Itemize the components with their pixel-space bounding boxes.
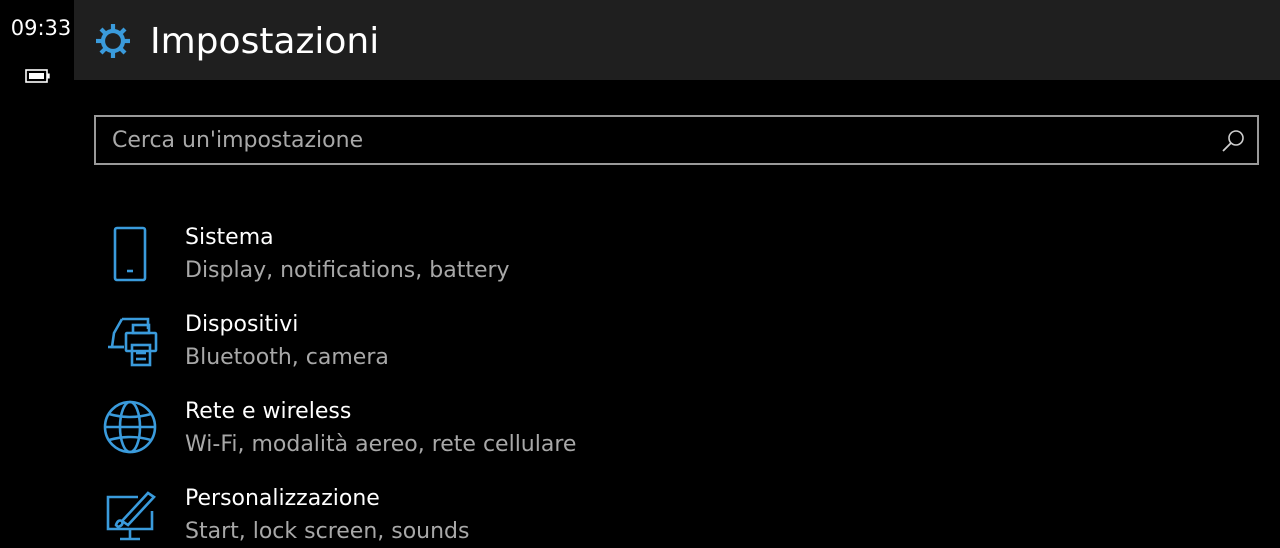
globe-icon: [103, 400, 157, 454]
app-header: Impostazioni: [74, 0, 1280, 80]
settings-item-sistema[interactable]: Sistema Display, notifications, battery: [94, 224, 1094, 304]
settings-item-dispositivi[interactable]: Dispositivi Bluetooth, camera: [94, 311, 1094, 391]
settings-item-subtitle: Bluetooth, camera: [185, 345, 389, 370]
status-time: 09:33: [10, 16, 72, 40]
settings-item-subtitle: Display, notifications, battery: [185, 258, 510, 283]
search-input[interactable]: [96, 117, 1257, 163]
settings-item-subtitle: Wi-Fi, modalità aereo, rete cellulare: [185, 432, 577, 457]
devices-icon: [108, 317, 158, 367]
battery-icon: [25, 69, 50, 83]
settings-item-title: Personalizzazione: [185, 486, 380, 511]
settings-item-subtitle: Start, lock screen, sounds: [185, 519, 470, 544]
personalization-icon: [106, 491, 156, 541]
settings-item-rete-e-wireless[interactable]: Rete e wireless Wi-Fi, modalità aereo, r…: [94, 398, 1094, 478]
search-icon[interactable]: [1221, 128, 1247, 154]
status-bar: 09:33: [0, 0, 74, 548]
settings-item-title: Sistema: [185, 225, 274, 250]
settings-item-title: Rete e wireless: [185, 399, 352, 424]
settings-item-personalizzazione[interactable]: Personalizzazione Start, lock screen, so…: [94, 485, 1094, 548]
settings-item-title: Dispositivi: [185, 312, 299, 337]
page-title: Impostazioni: [150, 21, 380, 62]
search-box[interactable]: [94, 115, 1259, 165]
gear-icon: [96, 24, 130, 58]
settings-screen: 09:33 Impostazioni Cerca un'impostazione…: [0, 0, 1280, 548]
phone-icon: [113, 226, 147, 282]
